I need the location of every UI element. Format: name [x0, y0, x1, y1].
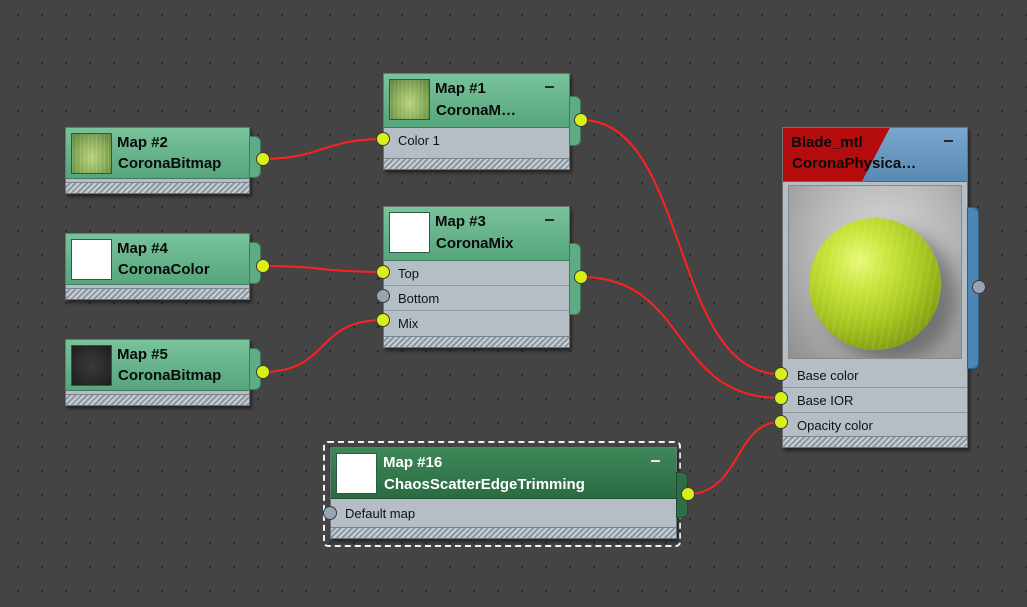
wire-map4-to-map3-top[interactable]: [262, 265, 384, 273]
map3-socket-top[interactable]: Top: [384, 261, 569, 286]
node-map3[interactable]: Map #3 CoronaMix Top Bottom Mix: [383, 206, 570, 348]
map4-type: CoronaColor: [118, 261, 210, 278]
material-opacity-color-input-port[interactable]: [774, 415, 788, 429]
material-socket-base-ior[interactable]: Base IOR: [783, 388, 967, 413]
map16-title: Map #16: [383, 454, 443, 471]
map3-type: CoronaMix: [436, 235, 514, 252]
map3-socket-list: Top Bottom Mix: [384, 261, 569, 335]
material-socket-list: Base color Base IOR Opacity color: [783, 363, 967, 437]
map1-minimize-button[interactable]: [545, 86, 554, 88]
node-map4[interactable]: Map #4 CoronaColor: [65, 233, 250, 300]
map1-title: Map #1: [435, 80, 486, 97]
map1-socket-label: Color 1: [398, 133, 440, 148]
node-map2-header[interactable]: Map #2 CoronaBitmap: [66, 128, 249, 179]
map4-thumbnail: [71, 239, 112, 280]
map16-default-map-input-port[interactable]: [323, 506, 337, 520]
wire-map5-to-map3-mix[interactable]: [262, 319, 384, 373]
map3-thumbnail: [389, 212, 430, 253]
map5-output-port[interactable]: [256, 365, 270, 379]
map1-type: CoronaM…: [436, 102, 516, 119]
wire-map1-to-base-color[interactable]: [580, 119, 781, 375]
map2-footer: [66, 182, 249, 193]
material-socket-label-opacity-color: Opacity color: [797, 418, 873, 433]
material-title: Blade_mtl: [791, 134, 863, 151]
map16-type: ChaosScatterEdgeTrimming: [384, 476, 585, 493]
map1-socket-color1[interactable]: Color 1: [384, 128, 569, 152]
wire-map3-to-base-ior[interactable]: [580, 276, 781, 399]
map1-thumbnail: [389, 79, 430, 120]
map2-type: CoronaBitmap: [118, 155, 222, 172]
node-map1[interactable]: Map #1 CoronaM… Color 1: [383, 73, 570, 170]
material-output-port[interactable]: [972, 280, 986, 294]
map3-mix-input-port[interactable]: [376, 313, 390, 327]
map3-minimize-button[interactable]: [545, 219, 554, 221]
map2-title: Map #2: [117, 134, 168, 151]
map1-socket-list: Color 1: [384, 128, 569, 152]
material-footer: [783, 436, 967, 447]
map4-title: Map #4: [117, 240, 168, 257]
node-map3-header[interactable]: Map #3 CoronaMix: [384, 207, 569, 261]
material-header[interactable]: Blade_mtl CoronaPhysica…: [783, 128, 967, 182]
map4-output-port[interactable]: [256, 259, 270, 273]
map16-socket-label: Default map: [345, 506, 416, 521]
node-map1-header[interactable]: Map #1 CoronaM…: [384, 74, 569, 128]
material-type: CoronaPhysica…: [792, 155, 917, 172]
material-socket-opacity-color[interactable]: Opacity color: [783, 413, 967, 437]
map1-footer: [384, 158, 569, 169]
map5-thumbnail: [71, 345, 112, 386]
map3-footer: [384, 336, 569, 347]
map2-output-port[interactable]: [256, 152, 270, 166]
material-base-ior-input-port[interactable]: [774, 391, 788, 405]
map3-output-port[interactable]: [574, 270, 588, 284]
map16-socket-default-map[interactable]: Default map: [331, 501, 676, 525]
node-map16-header[interactable]: Map #16 ChaosScatterEdgeTrimming: [331, 448, 676, 499]
node-editor-canvas[interactable]: Map #2 CoronaBitmap Map #4 CoronaColor M…: [0, 0, 1027, 607]
map2-thumbnail: [71, 133, 112, 174]
node-material[interactable]: Blade_mtl CoronaPhysica… Base color Base…: [782, 127, 968, 448]
node-map16[interactable]: Map #16 ChaosScatterEdgeTrimming Default…: [330, 447, 677, 539]
map5-title: Map #5: [117, 346, 168, 363]
map3-socket-mix[interactable]: Mix: [384, 311, 569, 335]
material-sphere-preview: [788, 185, 962, 359]
map3-socket-label-top: Top: [398, 266, 419, 281]
node-map5-header[interactable]: Map #5 CoronaBitmap: [66, 340, 249, 391]
map16-minimize-button[interactable]: [651, 460, 660, 462]
wire-map16-to-opacity-color[interactable]: [687, 421, 781, 495]
map3-socket-label-bottom: Bottom: [398, 291, 440, 306]
node-map4-header[interactable]: Map #4 CoronaColor: [66, 234, 249, 285]
map3-bottom-input-port[interactable]: [376, 289, 390, 303]
map4-footer: [66, 288, 249, 299]
node-map5[interactable]: Map #5 CoronaBitmap: [65, 339, 250, 406]
material-preview-sphere: [809, 218, 941, 350]
map3-top-input-port[interactable]: [376, 265, 390, 279]
material-socket-label-base-color: Base color: [797, 368, 859, 383]
map3-socket-bottom[interactable]: Bottom: [384, 286, 569, 311]
map16-output-port[interactable]: [681, 487, 695, 501]
material-socket-label-base-ior: Base IOR: [797, 393, 854, 408]
material-socket-base-color[interactable]: Base color: [783, 363, 967, 388]
map1-color1-input-port[interactable]: [376, 132, 390, 146]
map5-type: CoronaBitmap: [118, 367, 222, 384]
map3-socket-label-mix: Mix: [398, 316, 419, 331]
map16-thumbnail: [336, 453, 377, 494]
map16-footer: [331, 527, 676, 538]
map5-footer: [66, 394, 249, 405]
material-base-color-input-port[interactable]: [774, 367, 788, 381]
map3-title: Map #3: [435, 213, 486, 230]
material-minimize-button[interactable]: [944, 140, 953, 142]
map1-output-port[interactable]: [574, 113, 588, 127]
wire-map2-to-map1-color1[interactable]: [262, 138, 384, 160]
map16-socket-list: Default map: [331, 501, 676, 525]
node-map2[interactable]: Map #2 CoronaBitmap: [65, 127, 250, 194]
